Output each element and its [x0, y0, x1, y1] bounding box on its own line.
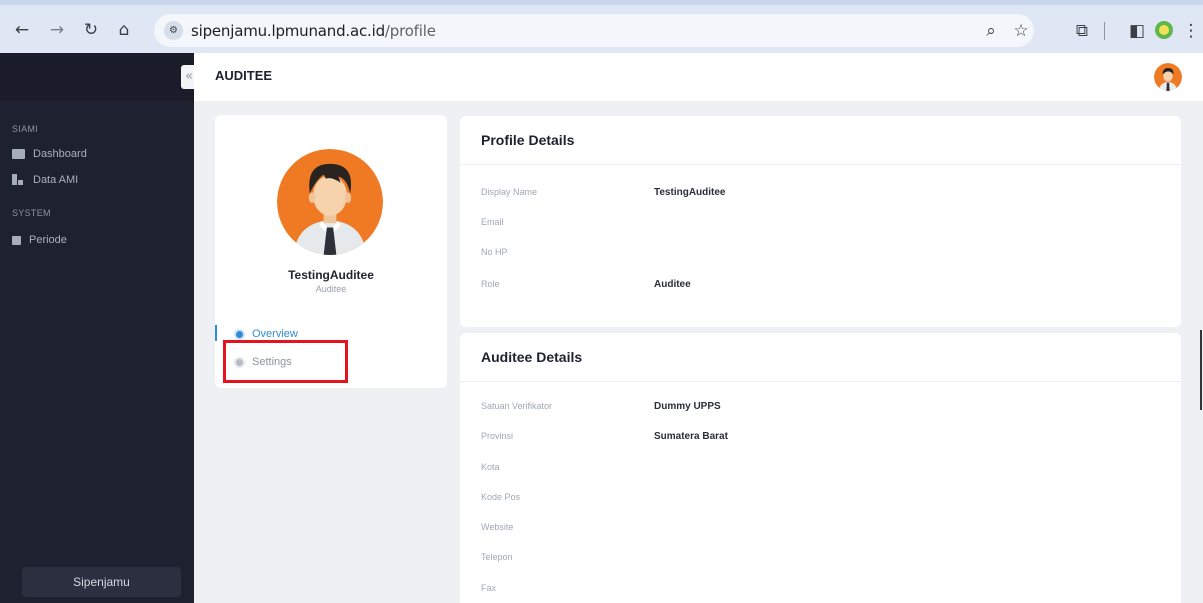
tab-label: Overview [252, 328, 298, 340]
field-value: Dummy UPPS [654, 401, 721, 412]
field-value: TestingAuditee [654, 187, 726, 198]
page-title: AUDITEE [215, 68, 273, 83]
site-settings-icon[interactable]: ⚙ [164, 21, 183, 40]
back-icon[interactable]: ← [12, 20, 32, 40]
annotation-highlight-box [223, 340, 348, 383]
forward-icon[interactable]: → [47, 20, 67, 40]
sidebar-heading-siami: SIAMI [12, 124, 39, 134]
sidebar-item-periode[interactable]: Periode [12, 231, 67, 249]
field-value: Auditee [654, 279, 691, 290]
sidebar-item-label: Data AMI [33, 174, 79, 186]
extensions-icon[interactable]: ⧉ [1071, 20, 1093, 42]
field-label: Email [481, 217, 504, 227]
sidebar-heading-system: SYSTEM [12, 208, 51, 218]
divider [460, 381, 1181, 382]
monitor-icon [12, 149, 25, 159]
address-bar[interactable]: ⚙ sipenjamu.lpmunand.ac.id/profile [154, 14, 1034, 47]
bookmark-star-icon[interactable]: ☆ [1010, 20, 1032, 42]
chart-icon [12, 174, 25, 185]
sidepanel-icon[interactable]: ◧ [1126, 20, 1148, 42]
browser-toolbar: ← → ↻ ⌂ ⚙ sipenjamu.lpmunand.ac.id/profi… [0, 0, 1203, 53]
calendar-icon [12, 235, 21, 245]
sidebar: SIAMI Dashboard Data AMI SYSTEM Periode … [0, 53, 194, 603]
field-label: Telepon [481, 552, 513, 562]
field-label: Kota [481, 462, 500, 472]
field-label: Role [481, 279, 500, 289]
card-title: Auditee Details [481, 349, 583, 365]
bullet-icon [236, 330, 243, 338]
menu-icon[interactable]: ⋮ [1180, 20, 1202, 42]
toolbar-divider [1104, 22, 1105, 40]
url-path: /profile [384, 22, 436, 40]
profile-avatar [277, 149, 383, 255]
home-icon[interactable]: ⌂ [114, 20, 134, 40]
field-label: Kode Pos [481, 492, 521, 502]
sidebar-item-data-ami[interactable]: Data AMI [12, 171, 78, 189]
app-header: AUDITEE [194, 53, 1203, 101]
card-title: Profile Details [481, 132, 575, 148]
profile-icon[interactable] [1153, 20, 1175, 42]
url-host: sipenjamu.lpmunand.ac.id [191, 22, 385, 40]
divider [460, 164, 1181, 165]
field-label: No HP [481, 247, 508, 257]
sidebar-item-label: Dashboard [33, 148, 87, 160]
field-label: Provinsi [481, 431, 514, 441]
field-label: Fax [481, 583, 497, 593]
sidebar-item-dashboard[interactable]: Dashboard [12, 145, 87, 163]
user-avatar[interactable] [1154, 63, 1182, 91]
reload-icon[interactable]: ↻ [81, 20, 101, 40]
zoom-icon[interactable]: ⌕ [980, 20, 1002, 42]
field-label: Website [481, 522, 514, 532]
auditee-details-card: Auditee Details Satuan Verifikator Dummy… [460, 333, 1181, 603]
profile-details-card: Profile Details Display Name TestingAudi… [460, 116, 1181, 327]
sidebar-header [0, 53, 194, 101]
sidebar-footer[interactable]: Sipenjamu [22, 567, 181, 597]
tab-overview[interactable]: Overview [236, 328, 298, 340]
url-text[interactable]: sipenjamu.lpmunand.ac.id/profile [191, 22, 436, 40]
scrollbar[interactable] [1200, 330, 1202, 410]
field-label: Display Name [481, 187, 538, 197]
field-value: Sumatera Barat [654, 431, 728, 442]
field-label: Satuan Verifikator [481, 401, 553, 411]
profile-name: TestingAuditee [288, 268, 374, 282]
active-indicator [215, 325, 217, 341]
sidebar-item-label: Periode [29, 234, 67, 246]
profile-role: Auditee [315, 284, 347, 294]
